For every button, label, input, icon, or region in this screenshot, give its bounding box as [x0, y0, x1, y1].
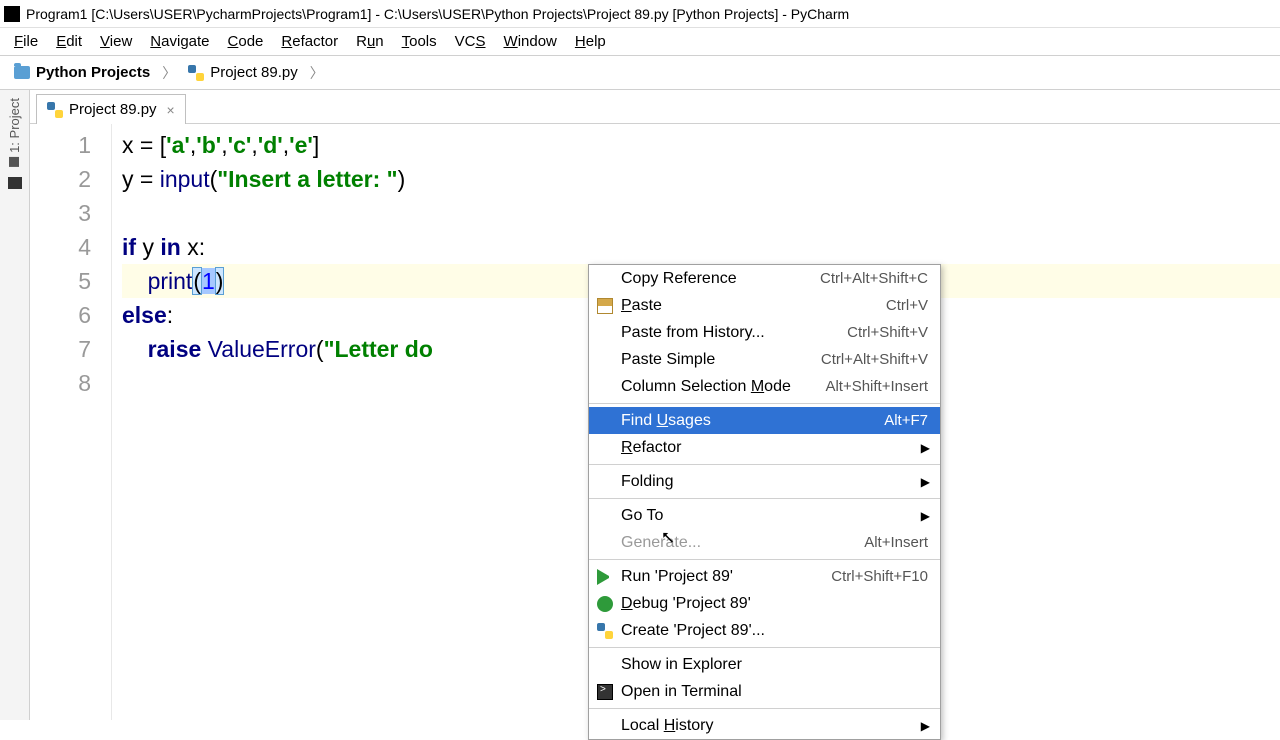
terminal-icon	[597, 684, 613, 700]
cm-goto[interactable]: Go To ▶	[589, 502, 940, 529]
menu-view[interactable]: View	[92, 31, 140, 52]
chevron-right-icon: ▶	[921, 475, 930, 489]
cm-folding[interactable]: Folding ▶	[589, 468, 940, 495]
cm-paste-history[interactable]: Paste from History... Ctrl+Shift+V	[589, 319, 940, 346]
project-icon	[10, 157, 20, 167]
python-file-icon	[188, 65, 204, 81]
project-tool-label: 1: Project	[7, 98, 22, 153]
pycharm-icon	[4, 6, 20, 22]
menubar: File Edit View Navigate Code Refactor Ru…	[0, 28, 1280, 56]
cm-run[interactable]: Run 'Project 89' Ctrl+Shift+F10	[589, 563, 940, 590]
breadcrumb-file-label: Project 89.py	[210, 64, 298, 81]
file-tab-label: Project 89.py	[69, 101, 157, 118]
cm-local-history[interactable]: Local History ▶	[589, 712, 940, 739]
menu-window[interactable]: Window	[496, 31, 565, 52]
menu-file[interactable]: File	[6, 31, 46, 52]
cm-paste[interactable]: Paste Ctrl+V	[589, 292, 940, 319]
menu-separator	[589, 464, 940, 465]
paste-icon	[597, 298, 613, 314]
python-file-icon	[47, 102, 63, 118]
debug-icon	[597, 596, 613, 612]
close-icon[interactable]: ×	[167, 102, 175, 118]
cm-column-selection[interactable]: Column Selection Mode Alt+Shift+Insert	[589, 373, 940, 400]
code-line-1: x = ['a','b','c','d','e']	[122, 128, 1280, 162]
breadcrumb-folder[interactable]: Python Projects	[8, 62, 156, 83]
cm-debug[interactable]: Debug 'Project 89'	[589, 590, 940, 617]
titlebar[interactable]: Program1 [C:\Users\USER\PycharmProjects\…	[0, 0, 1280, 28]
menu-separator	[589, 403, 940, 404]
editor-tabs: Project 89.py ×	[30, 90, 1280, 124]
project-tool-button[interactable]: 1: Project	[7, 98, 22, 167]
menu-vcs[interactable]: VCS	[447, 31, 494, 52]
run-icon	[597, 569, 613, 585]
cm-generate: Generate... Alt+Insert	[589, 529, 940, 556]
chevron-right-icon: ▶	[921, 441, 930, 455]
code-line-3	[122, 196, 1280, 230]
code-line-4: if y in x:	[122, 230, 1280, 264]
cm-open-terminal[interactable]: Open in Terminal	[589, 678, 940, 705]
context-menu: Copy Reference Ctrl+Alt+Shift+C Paste Ct…	[588, 264, 941, 740]
menu-separator	[589, 559, 940, 560]
cm-create[interactable]: Create 'Project 89'...	[589, 617, 940, 644]
menu-separator	[589, 498, 940, 499]
structure-tool-icon[interactable]	[8, 177, 22, 189]
python-icon	[597, 623, 613, 639]
chevron-icon: 〉	[310, 63, 324, 83]
menu-help[interactable]: Help	[567, 31, 614, 52]
breadcrumb: Python Projects 〉 Project 89.py 〉	[0, 56, 1280, 90]
menu-code[interactable]: Code	[220, 31, 272, 52]
folder-icon	[14, 66, 30, 79]
cm-find-usages[interactable]: Find Usages Alt+F7	[589, 407, 940, 434]
code-line-2: y = input("Insert a letter: ")	[122, 162, 1280, 196]
chevron-icon: 〉	[162, 63, 176, 83]
menu-run[interactable]: Run	[348, 31, 392, 52]
breadcrumb-folder-label: Python Projects	[36, 64, 150, 81]
menu-separator	[589, 708, 940, 709]
file-tab[interactable]: Project 89.py ×	[36, 94, 186, 124]
chevron-right-icon: ▶	[921, 719, 930, 733]
cm-paste-simple[interactable]: Paste Simple Ctrl+Alt+Shift+V	[589, 346, 940, 373]
cm-refactor[interactable]: Refactor ▶	[589, 434, 940, 461]
cm-show-explorer[interactable]: Show in Explorer	[589, 651, 940, 678]
cm-copy-reference[interactable]: Copy Reference Ctrl+Alt+Shift+C	[589, 265, 940, 292]
gutter-line-numbers: 1 2 3 4 5 6 7 8	[30, 124, 112, 720]
menu-tools[interactable]: Tools	[394, 31, 445, 52]
menu-separator	[589, 647, 940, 648]
breadcrumb-file[interactable]: Project 89.py	[182, 62, 304, 83]
menu-navigate[interactable]: Navigate	[142, 31, 217, 52]
left-tool-gutter: 1: Project	[0, 90, 30, 720]
menu-refactor[interactable]: Refactor	[273, 31, 346, 52]
window-title: Program1 [C:\Users\USER\PycharmProjects\…	[26, 6, 849, 22]
menu-edit[interactable]: Edit	[48, 31, 90, 52]
chevron-right-icon: ▶	[921, 509, 930, 523]
